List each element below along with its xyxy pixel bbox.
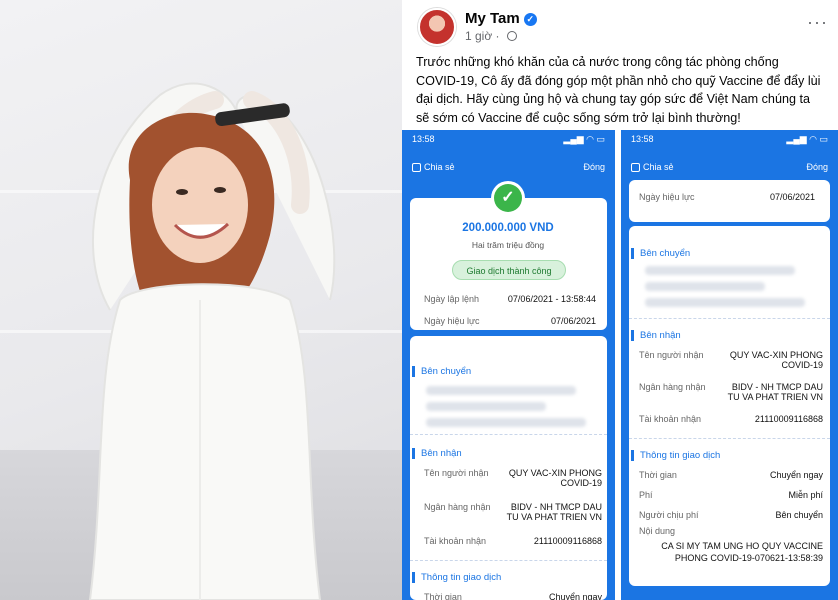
txn-time-label: Thời gian [424, 592, 462, 600]
receipt-screenshot-left: 13:58 ▂▄▆ ◠ ▭ Chia sẻ Đóng ✓ 200.000.000… [402, 130, 615, 600]
bank-row: Ngân hàng nhận BIDV - NH TMCP DAU TU VA … [639, 382, 823, 402]
created-label: Ngày lập lệnh [424, 294, 480, 304]
bank-value: BIDV - NH TMCP DAU TU VA PHAT TRIEN VN [506, 502, 602, 522]
txn-section-title: Thông tin giao dịch [412, 572, 501, 583]
author-avatar[interactable] [418, 8, 456, 46]
verified-badge-icon: ✓ [523, 13, 537, 26]
post-meta: 1 giờ · [465, 29, 517, 43]
content-label-row: Nội dung [639, 526, 823, 536]
sender-section-title: Bên chuyển [631, 248, 690, 259]
recipient-value: QUY VAC-XIN PHONG COVID-19 [729, 350, 823, 370]
payer-value: Bên chuyển [775, 510, 823, 520]
divider [629, 318, 830, 319]
redacted-sender [645, 282, 765, 291]
txn-section-title: Thông tin giao dịch [631, 450, 720, 461]
created-value: 07/06/2021 - 13:58:44 [507, 294, 596, 304]
redacted-sender [426, 386, 576, 395]
fee-value: Miễn phí [788, 490, 823, 500]
app-navbar: Chia sẻ Đóng [621, 150, 838, 184]
time-label: Thời gian [639, 470, 677, 480]
app-navbar: Chia sẻ Đóng [402, 150, 615, 184]
share-label: Chia sẻ [424, 162, 455, 172]
status-badge: Giao dịch thành công [452, 260, 566, 280]
share-button[interactable]: Chia sẻ [631, 162, 674, 172]
public-globe-icon [506, 31, 517, 41]
content-value-row: CA SI MY TAM UNG HO QUY VACCINE PHONG CO… [661, 540, 823, 564]
sender-section-title: Bên chuyển [412, 366, 471, 377]
recipient-value: QUY VAC-XIN PHONG COVID-19 [508, 468, 602, 488]
account-row: Tài khoản nhận 21110009116868 [639, 414, 823, 424]
more-options-icon[interactable]: ··· [807, 12, 828, 33]
share-icon [412, 162, 421, 172]
payer-label: Người chịu phí [639, 510, 699, 520]
signal-icons: ▂▄▆ ◠ ▭ [786, 134, 828, 144]
status-bar: 13:58 ▂▄▆ ◠ ▭ [402, 130, 615, 150]
time-row: Thời gian Chuyển ngay [639, 470, 823, 480]
fee-row: Phí Miễn phí [639, 490, 823, 500]
close-button[interactable]: Đóng [583, 162, 605, 172]
recipient-label: Tên người nhận [639, 350, 704, 360]
share-label: Chia sẻ [643, 162, 674, 172]
facebook-post: My Tam ✓ 1 giờ · ··· Trước những khó khăn… [402, 0, 838, 600]
effective-label: Ngày hiệu lực [424, 316, 480, 326]
post-header: My Tam ✓ 1 giờ · ··· [412, 6, 832, 46]
txn-time-value: Chuyển ngay [548, 592, 602, 600]
post-caption: Trước những khó khăn của cả nước trong c… [416, 55, 821, 125]
receiver-section-title: Bên nhận [412, 448, 462, 459]
content-value: CA SI MY TAM UNG HO QUY VACCINE PHONG CO… [661, 541, 823, 563]
recipient-row: Tên người nhận QUY VAC-XIN PHONG COVID-1… [639, 350, 823, 370]
account-row: Tài khoản nhận 21110009116868 [424, 536, 602, 546]
account-value: 21110009116868 [754, 414, 823, 424]
post-time[interactable]: 1 giờ [465, 29, 492, 43]
payer-row: Người chịu phí Bên chuyển [639, 510, 823, 520]
redacted-sender [645, 266, 795, 275]
txn-time-row: Thời gian Chuyển ngay [424, 592, 602, 600]
bank-label: Ngân hàng nhận [639, 382, 706, 392]
time-value: Chuyển ngay [769, 470, 823, 480]
account-label: Tài khoản nhận [424, 536, 487, 546]
transfer-amount: 200.000.000 VND [462, 222, 554, 234]
effective-row: Ngày hiệu lực 07/06/2021 [639, 192, 815, 202]
share-icon [631, 162, 640, 172]
recipient-label: Tên người nhận [424, 468, 489, 478]
status-time: 13:58 [412, 134, 435, 144]
amount-in-words: Hai trăm triệu đồng [471, 240, 545, 250]
author-name[interactable]: My Tam [465, 10, 520, 27]
effective-value: 07/06/2021 [550, 316, 596, 326]
receipt-screenshot-right: 13:58 ▂▄▆ ◠ ▭ Chia sẻ Đóng Ngày hiệu lực… [621, 130, 838, 600]
close-button[interactable]: Đóng [806, 162, 828, 172]
share-button[interactable]: Chia sẻ [412, 162, 455, 172]
account-label: Tài khoản nhận [639, 414, 702, 424]
effective-row: Ngày hiệu lực 07/06/2021 [424, 316, 596, 326]
content-label: Nội dung [639, 526, 676, 536]
fee-label: Phí [639, 490, 653, 500]
effective-label: Ngày hiệu lực [639, 192, 695, 202]
receiver-section-title: Bên nhận [631, 330, 681, 341]
recipient-row: Tên người nhận QUY VAC-XIN PHONG COVID-1… [424, 468, 602, 488]
status-time: 13:58 [631, 134, 654, 144]
divider [410, 560, 607, 561]
singer-figure [88, 82, 336, 600]
signal-icons: ▂▄▆ ◠ ▭ [563, 134, 605, 144]
redacted-sender [426, 402, 546, 411]
singer-photo [0, 0, 402, 600]
account-value: 21110009116868 [533, 536, 602, 546]
divider [410, 434, 607, 435]
bank-label: Ngân hàng nhận [424, 502, 491, 512]
success-check-icon: ✓ [494, 184, 522, 212]
divider [629, 438, 830, 439]
effective-value: 07/06/2021 [769, 192, 815, 202]
redacted-sender [426, 418, 586, 427]
bank-value: BIDV - NH TMCP DAU TU VA PHAT TRIEN VN [727, 382, 823, 402]
redacted-sender [645, 298, 805, 307]
created-row: Ngày lập lệnh 07/06/2021 - 13:58:44 [424, 294, 596, 304]
status-bar: 13:58 ▂▄▆ ◠ ▭ [621, 130, 838, 150]
bank-row: Ngân hàng nhận BIDV - NH TMCP DAU TU VA … [424, 502, 602, 522]
author-name-link[interactable]: My Tam ✓ [465, 10, 537, 27]
